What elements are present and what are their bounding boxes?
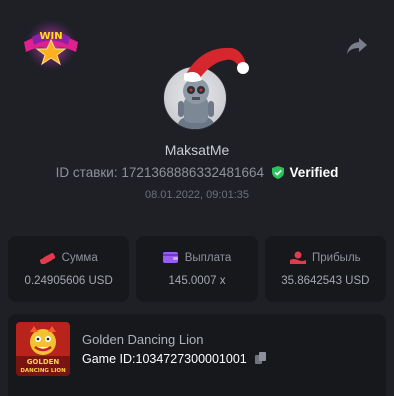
bet-details-page: WIN MaksatMe ID ставки: 1721368886332481… bbox=[0, 0, 394, 396]
stats-row: Сумма 0.24905606 USD Выплата 145.0007 x bbox=[8, 236, 386, 302]
stat-value: 0.24905606 USD bbox=[24, 275, 113, 287]
game-id-line: Game ID:1034727300001001 bbox=[82, 352, 267, 366]
game-thumbnail[interactable]: GOLDEN DANCING LION bbox=[16, 322, 70, 376]
stat-label: Сумма bbox=[61, 251, 98, 264]
stat-card-amount: Сумма 0.24905606 USD bbox=[8, 236, 130, 302]
verified-shield-icon bbox=[271, 166, 284, 179]
game-id-value: 1034727300001001 bbox=[135, 352, 247, 366]
game-id-label: Game ID: bbox=[82, 352, 136, 366]
svg-text:GOLDEN: GOLDEN bbox=[27, 358, 60, 366]
stat-header: Сумма bbox=[39, 251, 98, 264]
santa-hat-icon bbox=[184, 47, 249, 82]
avatar bbox=[162, 47, 249, 130]
bet-id-value: 1721368886332481664 bbox=[121, 165, 265, 180]
game-card[interactable]: GOLDEN DANCING LION Golden Dancing Lion … bbox=[8, 314, 386, 396]
stat-label: Выплата bbox=[184, 251, 232, 264]
stat-card-profit: Прибыль 35.8642543 USD bbox=[264, 236, 386, 302]
win-badge-icon: WIN bbox=[18, 18, 84, 72]
share-button[interactable] bbox=[346, 36, 368, 56]
bet-id-line: ID ставки: 1721368886332481664 Verified bbox=[0, 165, 394, 180]
username: MaksatMe bbox=[164, 142, 230, 158]
stat-label: Прибыль bbox=[312, 251, 361, 264]
wallet-icon bbox=[162, 252, 178, 263]
profit-icon bbox=[290, 251, 306, 264]
wager-icon bbox=[39, 253, 55, 264]
stat-header: Выплата bbox=[162, 251, 232, 264]
stat-value: 35.8642543 USD bbox=[281, 275, 370, 287]
bet-datetime: 08.01.2022, 09:01:35 bbox=[145, 189, 249, 201]
stat-header: Прибыль bbox=[290, 251, 361, 264]
verified-label: Verified bbox=[289, 165, 339, 180]
stat-value: 145.0007 x bbox=[168, 275, 226, 287]
svg-text:WIN: WIN bbox=[39, 31, 62, 42]
share-icon bbox=[347, 38, 367, 54]
bet-id-label: ID ставки: bbox=[55, 165, 118, 180]
copy-icon[interactable] bbox=[255, 352, 267, 364]
svg-text:DANCING LION: DANCING LION bbox=[20, 368, 66, 374]
game-title: Golden Dancing Lion bbox=[82, 332, 204, 347]
stat-card-payout: Выплата 145.0007 x bbox=[136, 236, 258, 302]
